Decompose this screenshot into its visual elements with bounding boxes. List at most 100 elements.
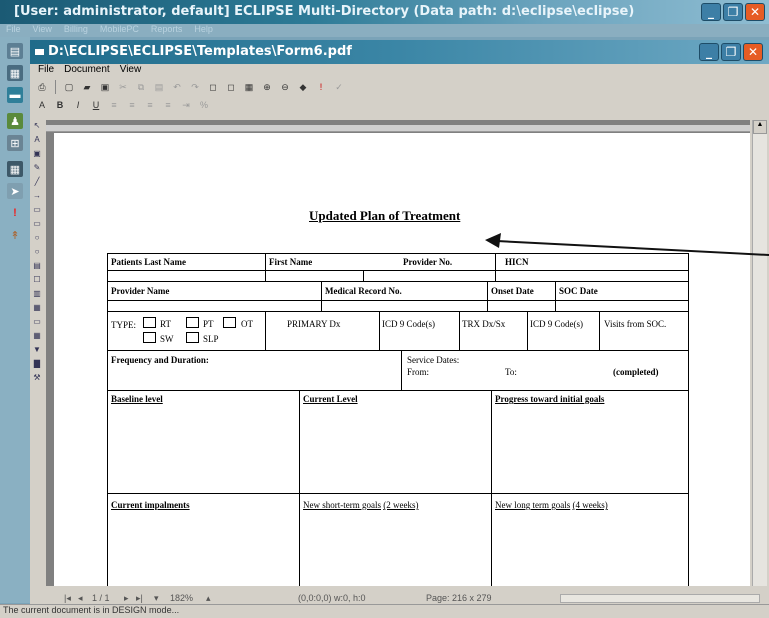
redo-icon[interactable]: ↷ [187,80,203,95]
form-page[interactable]: Updated Plan of Treatment Patients Last … [54,133,750,586]
percent-icon[interactable]: % [196,98,212,113]
document-window: D:\ECLIPSE\ECLIPSE\Templates\Form6.pdf _… [30,40,769,603]
people-icon[interactable]: ♟ [7,113,23,129]
copy-icon[interactable]: ⧉ [133,80,149,95]
paste-icon[interactable]: ▤ [151,80,167,95]
warning-icon[interactable]: ! [313,80,329,95]
doc-menu-view[interactable]: View [120,64,142,78]
zoom-stepper-icon[interactable]: ▴ [206,593,211,604]
checkbox-rt[interactable] [143,317,156,328]
field-tool-icon[interactable]: ▤ [32,260,42,270]
pencil-tool-icon[interactable]: ✎ [32,162,42,172]
rect2-tool-icon[interactable]: ▭ [32,218,42,228]
prev-page-button[interactable]: ◂ [78,593,83,604]
document-icon[interactable]: ▤ [7,43,23,59]
status-bar: The current document is in DESIGN mode..… [0,604,769,618]
zoom-in-icon[interactable]: ⊕ [259,80,275,95]
check-icon[interactable]: ✓ [331,80,347,95]
zoom-out-icon[interactable]: ⊖ [277,80,293,95]
find-icon[interactable]: ◆ [295,80,311,95]
line-tool-icon[interactable]: ╱ [32,176,42,186]
combo-tool-icon[interactable]: ▦ [32,302,42,312]
label-visits-from-soc: Visits from SOC. [604,319,667,329]
checkbox-pt[interactable] [186,317,199,328]
last-page-button[interactable]: ▸| [136,593,143,604]
doc-menu-file[interactable]: File [38,64,54,78]
forward-icon[interactable]: ➤ [7,183,23,199]
checkbox-ot[interactable] [223,317,236,328]
ellipse2-tool-icon[interactable]: ○ [32,246,42,256]
align-left-icon[interactable]: ≡ [106,98,122,113]
doc-maximize-button[interactable]: ❐ [721,43,741,61]
label-progress-toward-goals: Progress toward initial goals [495,394,605,404]
italic-icon[interactable]: I [70,98,86,113]
checkbox-tool-icon[interactable]: ☐ [32,274,42,284]
long-term-weeks: (4 weeks) [572,500,608,510]
first-page-button[interactable]: |◂ [64,593,71,604]
open-icon[interactable]: ▰ [79,80,95,95]
underline-icon[interactable]: U [88,98,104,113]
network-icon[interactable]: ⊞ [7,135,23,151]
menu-file[interactable]: File [6,24,21,37]
next-page-button[interactable]: ▸ [124,593,129,604]
font-size-icon[interactable]: A [34,98,50,113]
text-tool-icon[interactable]: A [32,134,42,144]
scroll-up-button[interactable]: ▲ [753,120,767,134]
pin-icon[interactable]: ↟ [7,227,23,243]
menu-view[interactable]: View [33,24,52,37]
menu-reports[interactable]: Reports [151,24,183,37]
pointer-icon[interactable]: ↖ [32,120,42,130]
indent-icon[interactable]: ⇥ [178,98,194,113]
grid-icon[interactable]: ▦ [7,161,23,177]
frame2-icon[interactable]: ◻ [223,80,239,95]
menu-help[interactable]: Help [194,24,213,37]
chart-tool-icon[interactable]: ▇ [32,358,42,368]
button-tool-icon[interactable]: ▭ [32,316,42,326]
document-title: D:\ECLIPSE\ECLIPSE\Templates\Form6.pdf [48,44,352,59]
dropdown-tool-icon[interactable]: ▼ [32,344,42,354]
print-icon[interactable]: ⎙ [34,80,50,95]
zoom-level[interactable]: 182% [170,593,193,603]
undo-icon[interactable]: ↶ [169,80,185,95]
doc-minimize-button[interactable]: _ [699,43,719,61]
new-icon[interactable]: ▢ [61,80,77,95]
label-icd9-code-1: ICD 9 Code(s) [382,319,435,329]
list-tool-icon[interactable]: ▥ [32,288,42,298]
menu-billing[interactable]: Billing [64,24,88,37]
document-canvas[interactable]: Updated Plan of Treatment Patients Last … [46,120,750,586]
alert-icon[interactable]: ! [7,205,23,221]
frame-icon[interactable]: ◻ [205,80,221,95]
bold-icon[interactable]: B [52,98,68,113]
close-button[interactable]: ✕ [745,3,765,21]
vertical-scrollbar[interactable]: ▲ [752,120,767,586]
doc-close-button[interactable]: ✕ [743,43,763,61]
menu-mobilepc[interactable]: MobilePC [100,24,139,37]
label-current-impairments: Current impalments [111,500,190,510]
checkbox-sw[interactable] [143,332,156,343]
justify-icon[interactable]: ≡ [160,98,176,113]
grid-tool-icon[interactable]: ▦ [32,330,42,340]
tools-icon[interactable]: ⚒ [32,372,42,382]
save-icon[interactable]: ▣ [97,80,113,95]
checkbox-slp[interactable] [186,332,199,343]
app-menu-bar: File View Billing MobilePC Reports Help [0,24,769,37]
image-tool-icon[interactable]: ▣ [32,148,42,158]
folder-icon[interactable]: ▬ [7,87,23,103]
rect-tool-icon[interactable]: ▭ [32,204,42,214]
label-provider-no: Provider No. [403,257,453,267]
zoom-dropdown-icon[interactable]: ▾ [154,593,159,604]
table-icon[interactable]: ▦ [241,80,257,95]
document-title-bar: D:\ECLIPSE\ECLIPSE\Templates\Form6.pdf _… [30,40,769,64]
form-grid: Patients Last Name First Name Provider N… [107,253,689,586]
align-center-icon[interactable]: ≡ [124,98,140,113]
ellipse-tool-icon[interactable]: ○ [32,232,42,242]
align-right-icon[interactable]: ≡ [142,98,158,113]
arrow-tool-icon[interactable]: → [32,190,42,200]
calendar-icon[interactable]: ▦ [7,65,23,81]
horizontal-scrollbar[interactable] [560,594,760,603]
cut-icon[interactable]: ✂ [115,80,131,95]
doc-menu-document[interactable]: Document [64,64,110,78]
label-ot: OT [241,319,253,329]
maximize-button[interactable]: ❐ [723,3,743,21]
minimize-button[interactable]: _ [701,3,721,21]
